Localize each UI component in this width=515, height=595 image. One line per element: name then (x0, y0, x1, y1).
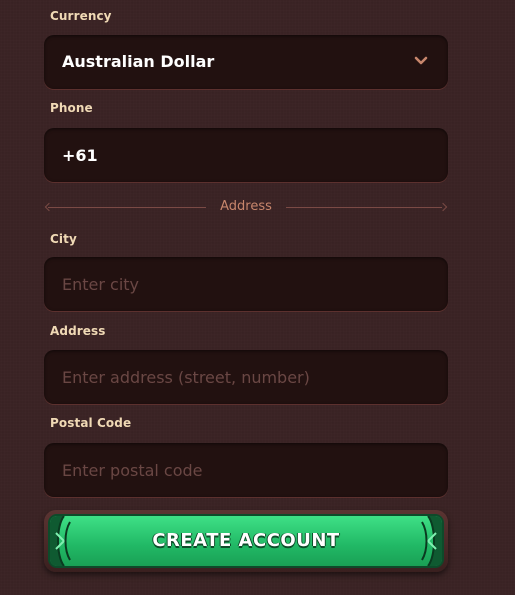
currency-select[interactable]: Australian Dollar (44, 35, 448, 89)
currency-label: Currency (50, 9, 112, 23)
button-right-ornament-icon (421, 516, 442, 566)
city-label: City (50, 232, 77, 246)
create-account-button[interactable]: CREATE ACCOUNT (48, 514, 444, 568)
currency-selected-value: Australian Dollar (62, 52, 215, 71)
divider-right-tip (438, 202, 448, 212)
city-input[interactable] (44, 257, 448, 311)
phone-label: Phone (50, 101, 93, 115)
address-section-title: Address (220, 199, 272, 214)
create-account-button-frame: CREATE ACCOUNT (44, 510, 448, 572)
address-input[interactable] (44, 350, 448, 404)
divider-right-line (286, 207, 442, 208)
address-field-wrapper (44, 350, 448, 404)
divider-left-line (48, 207, 206, 208)
address-section-divider: Address (44, 198, 448, 218)
phone-field-wrapper (44, 128, 448, 182)
chevron-down-icon (414, 56, 428, 65)
postal-code-label: Postal Code (50, 416, 132, 430)
create-account-label: CREATE ACCOUNT (152, 530, 340, 551)
city-field-wrapper (44, 257, 448, 311)
phone-input[interactable] (44, 128, 448, 182)
postal-code-field-wrapper (44, 443, 448, 497)
postal-code-input[interactable] (44, 443, 448, 497)
address-label: Address (50, 324, 106, 338)
